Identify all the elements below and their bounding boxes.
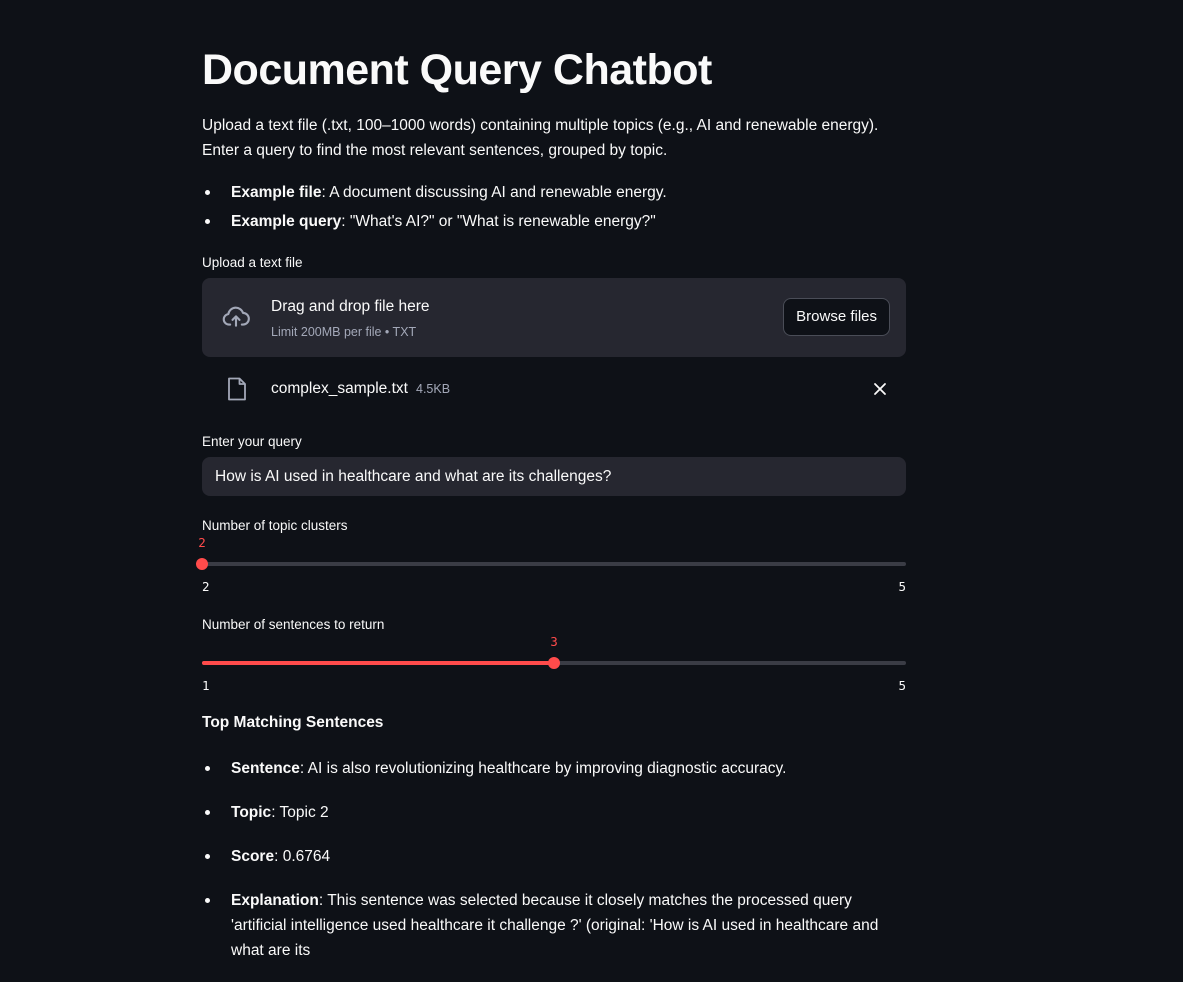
file-dropzone[interactable]: Drag and drop file here Limit 200MB per … (202, 278, 906, 357)
example-file-label: Example file (231, 184, 322, 201)
slider-min: 1 (202, 678, 210, 693)
uploaded-file-row: complex_sample.txt 4.5KB (202, 370, 906, 408)
result-sentence: Sentence: AI is also revolutionizing hea… (202, 756, 906, 781)
result-score: Score: 0.6764 (202, 844, 906, 869)
results-heading: Top Matching Sentences (202, 714, 384, 731)
slider-track[interactable] (202, 562, 906, 566)
intro-text: Upload a text file (.txt, 100–1000 words… (202, 117, 879, 159)
result-label: Sentence (231, 760, 300, 777)
slider-max: 5 (898, 579, 906, 594)
slider-value: 3 (550, 634, 558, 649)
example-query-text: : "What's AI?" or "What is renewable ene… (341, 213, 656, 230)
slider-fill (202, 661, 554, 665)
browse-files-button[interactable]: Browse files (783, 298, 890, 336)
slider-thumb[interactable] (548, 657, 560, 669)
dropzone-limit: Limit 200MB per file • TXT (271, 325, 417, 339)
slider-min: 2 (202, 579, 210, 594)
clusters-slider[interactable]: 2 2 5 (196, 529, 906, 594)
examples-list: Example file: A document discussing AI a… (202, 180, 906, 238)
result-text: : Topic 2 (271, 804, 329, 821)
cloud-upload-icon (222, 306, 250, 327)
list-item: Example query: "What's AI?" or "What is … (202, 209, 906, 234)
result-text: : AI is also revolutionizing healthcare … (299, 760, 787, 777)
results-list: Sentence: AI is also revolutionizing hea… (202, 756, 906, 982)
file-size: 4.5KB (416, 382, 451, 396)
page-title: Document Query Chatbot (202, 46, 712, 94)
slider-max: 5 (898, 678, 906, 693)
result-explanation: Explanation: This sentence was selected … (202, 888, 906, 963)
result-text: : This sentence was selected because it … (231, 892, 879, 959)
file-name: complex_sample.txt (271, 380, 408, 397)
result-label: Score (231, 848, 275, 865)
result-label: Topic (231, 804, 272, 821)
result-topic: Topic: Topic 2 (202, 800, 906, 825)
close-icon[interactable] (872, 381, 888, 397)
slider-thumb[interactable] (196, 558, 208, 570)
dropzone-title: Drag and drop file here (271, 298, 430, 315)
query-input[interactable] (202, 457, 906, 496)
upload-label: Upload a text file (202, 255, 303, 270)
example-query-label: Example query (231, 213, 342, 230)
list-item: Example file: A document discussing AI a… (202, 180, 906, 205)
sentences-slider[interactable]: 3 1 5 (202, 628, 906, 693)
slider-value: 2 (198, 535, 206, 550)
result-label: Explanation (231, 892, 319, 909)
result-text: : 0.6764 (274, 848, 331, 865)
query-label: Enter your query (202, 434, 302, 449)
file-icon (228, 377, 246, 401)
example-file-text: : A document discussing AI and renewable… (321, 184, 667, 201)
